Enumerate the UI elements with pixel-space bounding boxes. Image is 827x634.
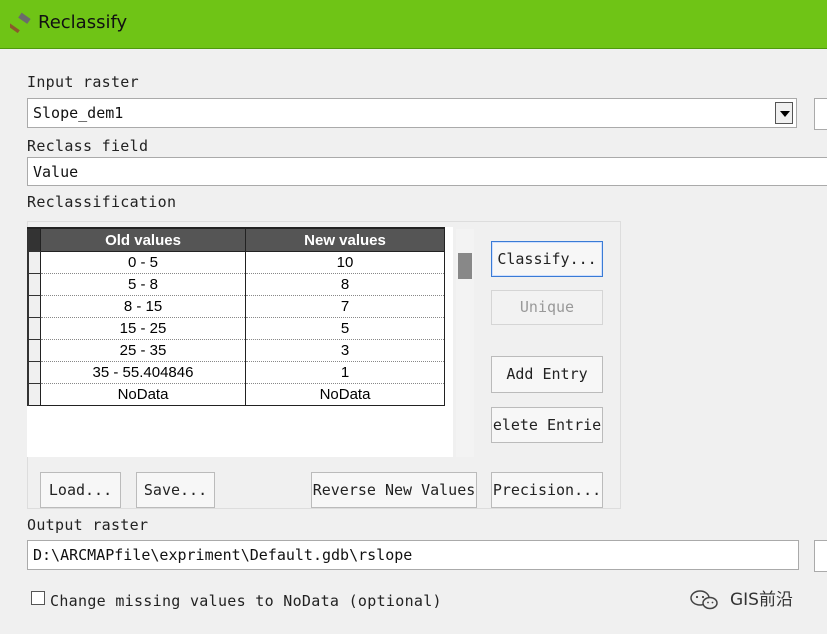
old-value-cell[interactable]: 25 - 35	[40, 339, 246, 362]
reclass-field-label: Reclass field	[27, 137, 149, 155]
new-value-cell[interactable]: 8	[245, 273, 445, 296]
add-entry-button[interactable]: Add Entry	[491, 356, 603, 393]
table-row[interactable]: 0 - 5 10	[27, 251, 445, 274]
title-bar: Reclassify	[0, 0, 827, 49]
reclass-field-dropdown[interactable]: Value	[27, 157, 827, 186]
row-selector[interactable]	[27, 361, 41, 384]
browse-input-button[interactable]	[814, 98, 827, 130]
classify-button[interactable]: Classify...	[491, 241, 603, 277]
row-selector[interactable]	[27, 295, 41, 318]
precision-button[interactable]: Precision...	[491, 472, 603, 508]
table-row[interactable]: 25 - 35 3	[27, 339, 445, 362]
row-selector[interactable]	[27, 251, 41, 274]
column-header-new-values[interactable]: New values	[245, 227, 445, 252]
reclass-field-value: Value	[33, 163, 79, 181]
reverse-new-values-button[interactable]: Reverse New Values	[311, 472, 477, 508]
input-raster-label: Input raster	[27, 73, 139, 91]
table-row[interactable]: 5 - 8 8	[27, 273, 445, 296]
load-button[interactable]: Load...	[40, 472, 121, 508]
watermark-text: GIS前沿	[730, 590, 793, 610]
table-row[interactable]: 15 - 25 5	[27, 317, 445, 340]
missing-values-checkbox[interactable]	[31, 591, 45, 605]
new-value-cell[interactable]: 10	[245, 251, 445, 274]
reclassification-label: Reclassification	[27, 193, 177, 211]
old-value-cell[interactable]: 5 - 8	[40, 273, 246, 296]
chevron-down-icon[interactable]	[775, 102, 793, 124]
table-corner	[27, 227, 41, 252]
hammer-icon	[10, 12, 31, 34]
reclass-table: Old values New values 0 - 5 10 5 - 8 8 8…	[27, 227, 445, 406]
table-scrollbar[interactable]	[456, 229, 474, 457]
input-raster-dropdown[interactable]: Slope_dem1	[27, 98, 797, 128]
old-value-cell[interactable]: 15 - 25	[40, 317, 246, 340]
new-value-cell[interactable]: 3	[245, 339, 445, 362]
row-selector[interactable]	[27, 383, 41, 406]
old-value-cell[interactable]: 35 - 55.404846	[40, 361, 246, 384]
input-raster-value: Slope_dem1	[33, 104, 124, 122]
wechat-icon	[690, 590, 718, 610]
table-row[interactable]: NoData NoData	[27, 383, 445, 406]
new-value-cell[interactable]: 7	[245, 295, 445, 318]
delete-entries-button[interactable]: elete Entrie	[491, 407, 603, 443]
row-selector[interactable]	[27, 273, 41, 296]
old-value-cell[interactable]: 8 - 15	[40, 295, 246, 318]
unique-button[interactable]: Unique	[491, 290, 603, 325]
output-raster-value: D:\ARCMAPfile\expriment\Default.gdb\rslo…	[33, 546, 413, 564]
table-row[interactable]: 35 - 55.404846 1	[27, 361, 445, 384]
column-header-old-values[interactable]: Old values	[40, 227, 246, 252]
output-raster-input[interactable]: D:\ARCMAPfile\expriment\Default.gdb\rslo…	[27, 540, 799, 570]
reclass-table-container: Old values New values 0 - 5 10 5 - 8 8 8…	[27, 227, 453, 457]
new-value-cell[interactable]: 5	[245, 317, 445, 340]
browse-output-button[interactable]	[814, 540, 827, 572]
new-value-cell[interactable]: 1	[245, 361, 445, 384]
table-row[interactable]: 8 - 15 7	[27, 295, 445, 318]
window-title: Reclassify	[38, 12, 128, 33]
old-value-cell[interactable]: NoData	[40, 383, 246, 406]
new-value-cell[interactable]: NoData	[245, 383, 445, 406]
save-button[interactable]: Save...	[136, 472, 215, 508]
old-value-cell[interactable]: 0 - 5	[40, 251, 246, 274]
row-selector[interactable]	[27, 339, 41, 362]
row-selector[interactable]	[27, 317, 41, 340]
missing-values-label[interactable]: Change missing values to NoData (optiona…	[50, 592, 442, 610]
output-raster-label: Output raster	[27, 516, 149, 534]
scrollbar-thumb[interactable]	[458, 253, 472, 279]
